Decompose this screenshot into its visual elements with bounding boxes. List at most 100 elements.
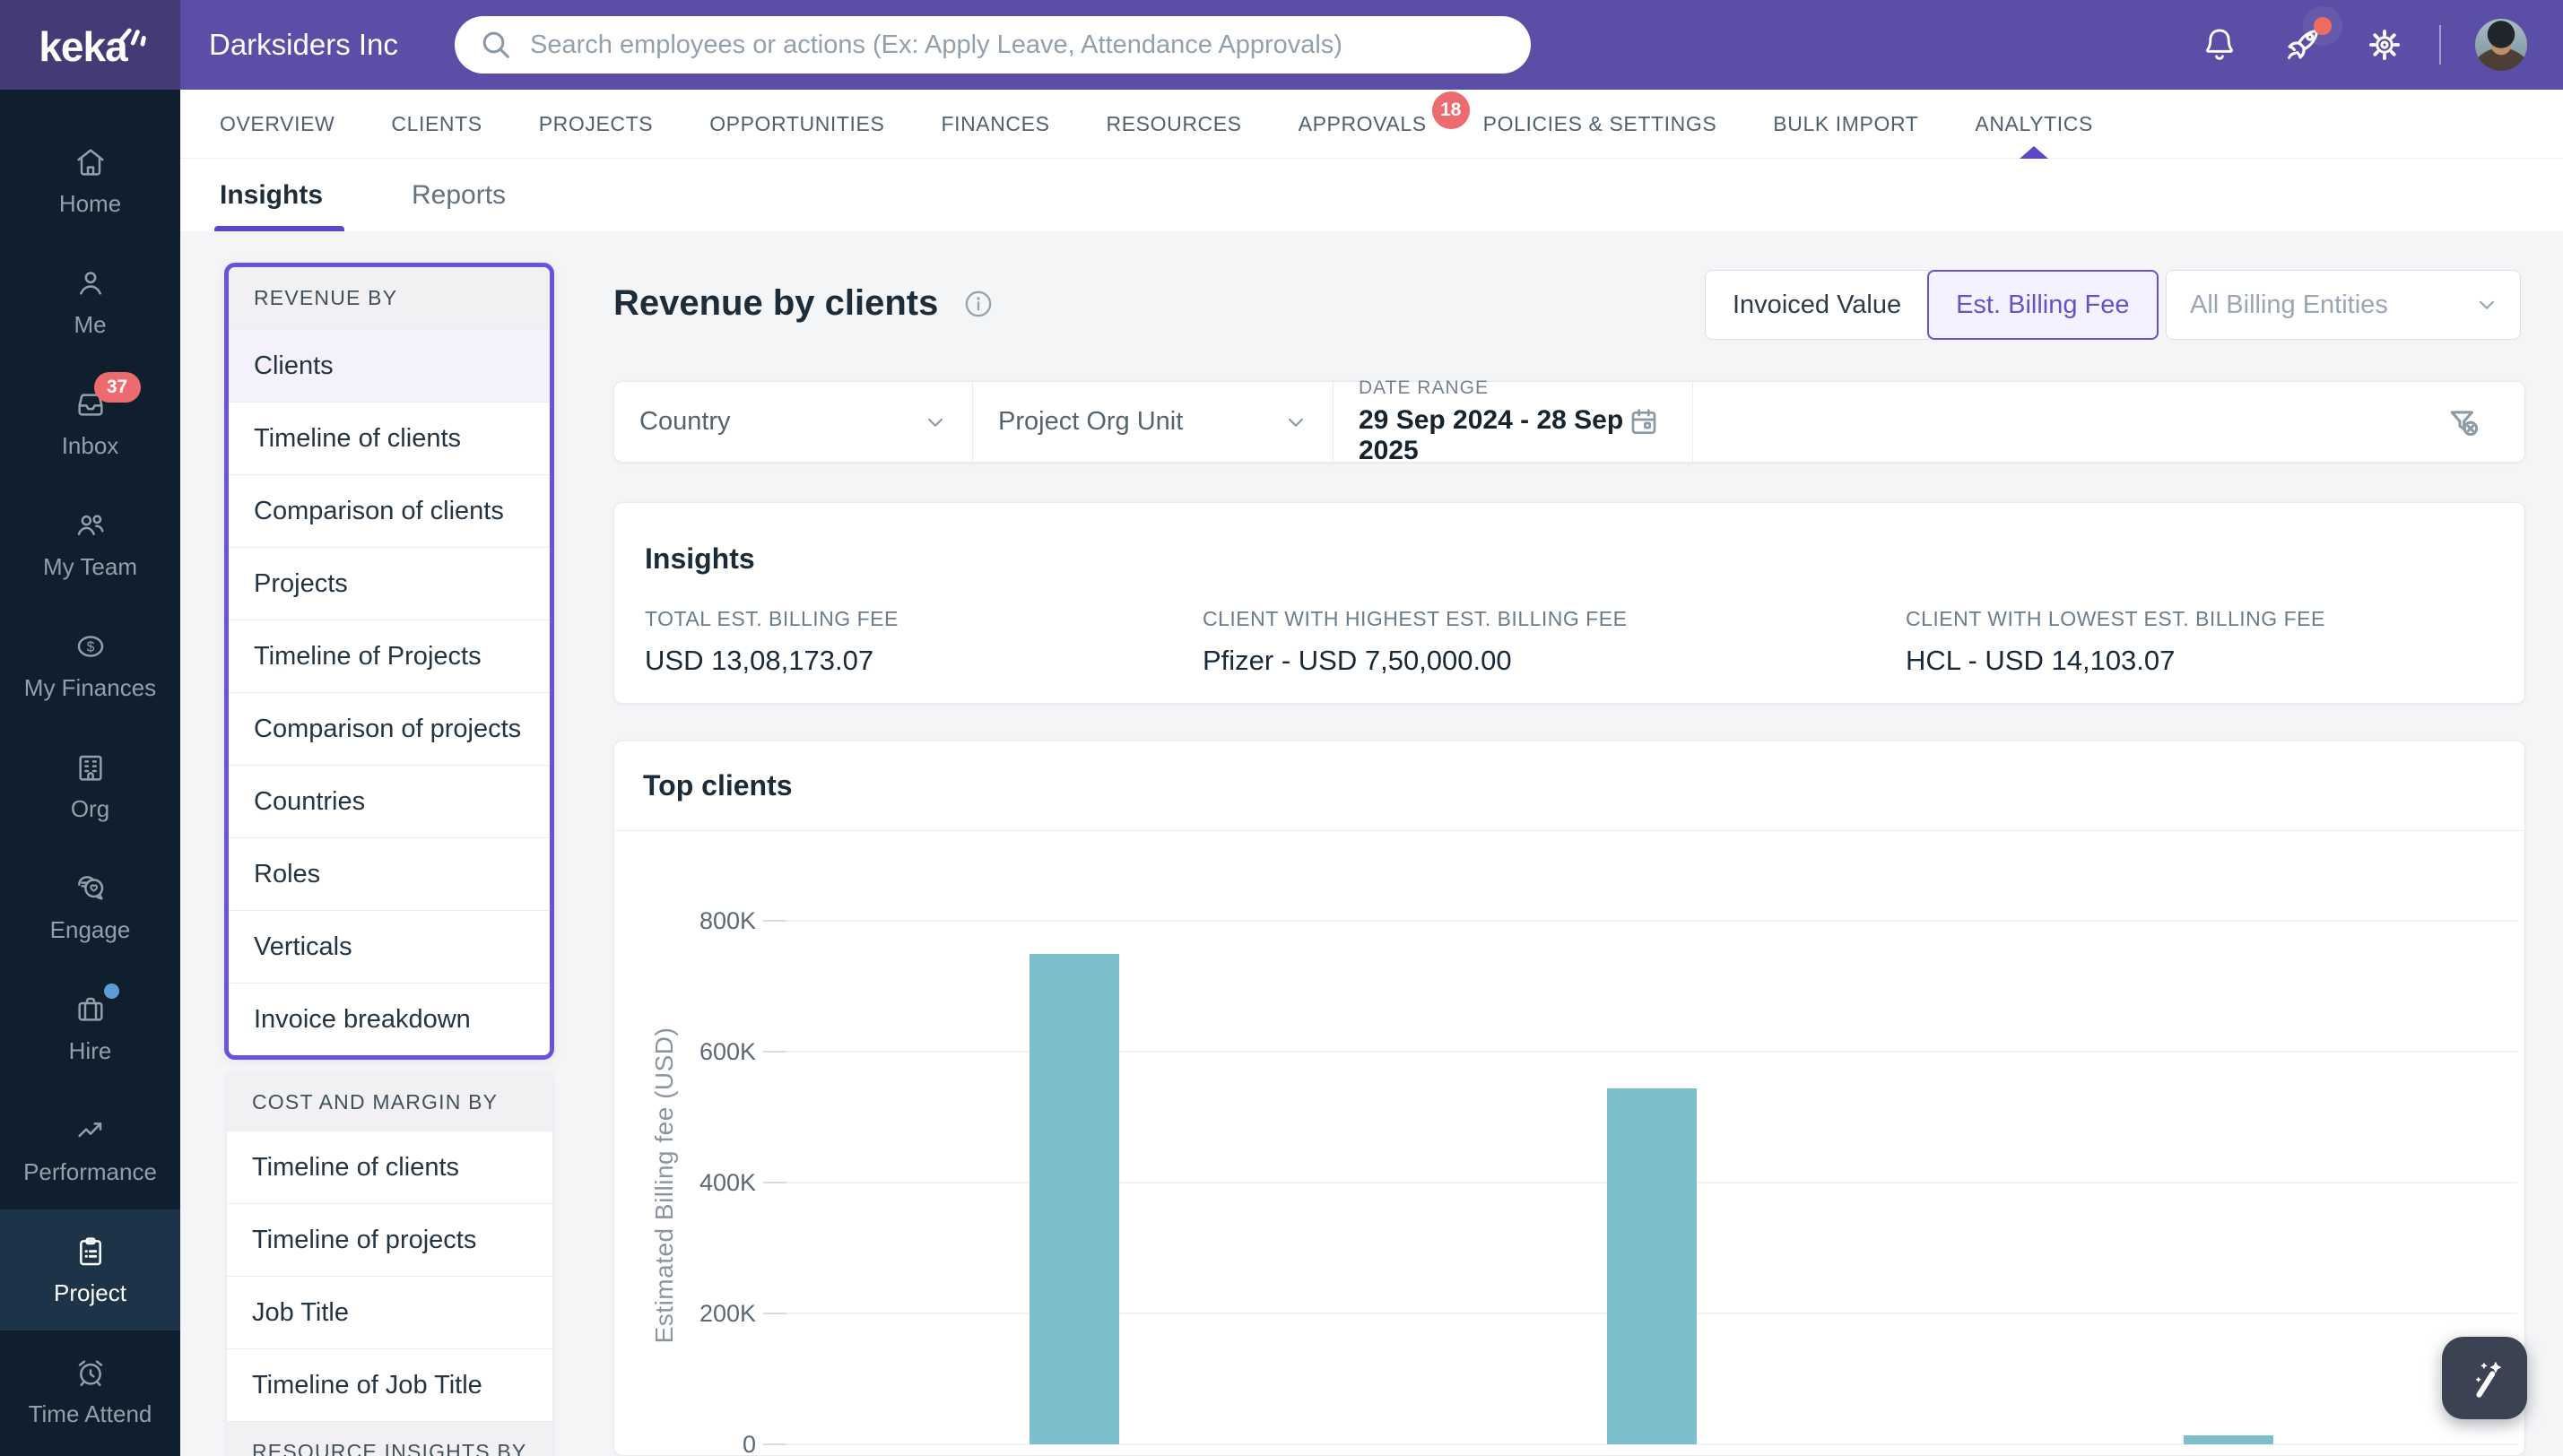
tab-analytics[interactable]: ANALYTICS: [1975, 90, 2093, 158]
panel-item-invoice-breakdown[interactable]: Invoice breakdown: [229, 983, 550, 1055]
clear-filters-icon[interactable]: [2444, 402, 2485, 443]
chevron-down-icon: [922, 409, 949, 436]
tab-projects[interactable]: PROJECTS: [539, 90, 653, 158]
billing-entities-select[interactable]: All Billing Entities: [2166, 270, 2521, 340]
rail-item-label: Project: [54, 1279, 126, 1307]
inbox-badge: 37: [94, 372, 141, 403]
tab-label: RESOURCES: [1107, 112, 1242, 136]
revenue-by-header: REVENUE BY: [229, 267, 550, 329]
cost-margin-section: COST AND MARGIN BY Timeline of clients T…: [227, 1072, 552, 1456]
page-header: Revenue by clients: [613, 283, 995, 324]
panel-item-countries[interactable]: Countries: [229, 765, 550, 837]
panel-item-timeline-of-projects[interactable]: Timeline of Projects: [229, 620, 550, 692]
rail-item-time-attend[interactable]: Time Attend: [0, 1330, 180, 1452]
rail-item-org[interactable]: Org: [0, 725, 180, 846]
global-search[interactable]: [455, 16, 1531, 74]
country-filter[interactable]: Country: [614, 382, 973, 462]
stat-value: Pfizer - USD 7,50,000.00: [1203, 645, 1627, 677]
tab-opportunities[interactable]: OPPORTUNITIES: [709, 90, 884, 158]
cost-item-timeline-of-job-title[interactable]: Timeline of Job Title: [227, 1349, 552, 1422]
tab-bulk-import[interactable]: BULK IMPORT: [1773, 90, 1918, 158]
chart-bar[interactable]: [1030, 954, 1119, 1445]
filter-bar-actions: [1693, 382, 2524, 462]
panel-item-comparison-of-clients[interactable]: Comparison of clients: [229, 474, 550, 547]
cost-margin-header: COST AND MARGIN BY: [227, 1072, 552, 1131]
active-tab-indicator: [2020, 146, 2048, 159]
org-unit-filter[interactable]: Project Org Unit: [973, 382, 1334, 462]
date-range-filter[interactable]: DATE RANGE 29 Sep 2024 - 28 Sep 2025: [1334, 382, 1693, 462]
settings-gear-icon[interactable]: [2364, 24, 2405, 65]
tab-overview[interactable]: OVERVIEW: [220, 90, 334, 158]
topbar: keka Darksiders Inc: [0, 0, 2563, 90]
trend-up-icon: [73, 1113, 109, 1148]
tab-label: OPPORTUNITIES: [709, 112, 884, 136]
search-input[interactable]: [530, 30, 1516, 60]
dollar-icon: $: [73, 628, 109, 664]
rail-item-label: Org: [71, 795, 109, 823]
subtab-insights[interactable]: Insights: [220, 159, 323, 231]
tab-resources[interactable]: RESOURCES: [1107, 90, 1242, 158]
chart-bar[interactable]: [2184, 1435, 2273, 1444]
panel-item-verticals[interactable]: Verticals: [229, 910, 550, 983]
rail-item-engage[interactable]: Engage: [0, 846, 180, 967]
ai-assistant-button[interactable]: [2442, 1337, 2527, 1419]
rail-item-me[interactable]: Me: [0, 241, 180, 362]
info-icon[interactable]: [961, 287, 995, 321]
axis-tick: [763, 1051, 786, 1053]
cost-item-job-title[interactable]: Job Title: [227, 1277, 552, 1349]
panel-item-clients[interactable]: Clients: [229, 329, 550, 402]
tab-label: ANALYTICS: [1975, 112, 2093, 136]
tab-approvals[interactable]: APPROVALS 18: [1299, 90, 1427, 158]
rail-item-my-team[interactable]: My Team: [0, 483, 180, 604]
clipboard-icon: [73, 1234, 109, 1270]
panel-item-projects[interactable]: Projects: [229, 547, 550, 620]
whats-new-rocket-icon[interactable]: [2280, 22, 2324, 67]
keka-logo-text: keka: [39, 22, 126, 71]
tab-label: APPROVALS: [1299, 112, 1427, 136]
rail-item-label: Hire: [69, 1037, 112, 1065]
chevron-down-icon: [2473, 291, 2500, 318]
cost-item-timeline-of-clients[interactable]: Timeline of clients: [227, 1131, 552, 1204]
resource-insights-header: RESOURCE INSIGHTS BY: [227, 1422, 552, 1456]
y-tick-label: 600K: [639, 1036, 756, 1067]
chat-bubbles-icon: [73, 871, 109, 906]
tab-policies-settings[interactable]: POLICIES & SETTINGS: [1483, 90, 1717, 158]
panel-item-roles[interactable]: Roles: [229, 837, 550, 910]
y-tick-label: 800K: [639, 906, 756, 936]
topbar-divider: [2439, 25, 2441, 65]
rail-item-home[interactable]: Home: [0, 120, 180, 241]
rail-item-inbox[interactable]: 37 Inbox: [0, 362, 180, 483]
alarm-clock-icon: [73, 1355, 109, 1391]
panel-item-comparison-of-projects[interactable]: Comparison of projects: [229, 692, 550, 765]
user-avatar[interactable]: [2475, 19, 2527, 71]
rail-item-hire[interactable]: Hire: [0, 967, 180, 1088]
chart-bar[interactable]: [1607, 1088, 1697, 1444]
tab-label: BULK IMPORT: [1773, 112, 1918, 136]
cost-item-timeline-of-projects[interactable]: Timeline of projects: [227, 1204, 552, 1277]
keka-logo[interactable]: keka: [0, 0, 180, 90]
briefcase-icon: [73, 992, 109, 1027]
rail-item-project[interactable]: Project: [0, 1209, 180, 1330]
left-rail: Home Me 37 Inbox My Team: [0, 90, 180, 1456]
invoiced-value-button[interactable]: Invoiced Value: [1705, 270, 1929, 340]
notifications-bell-icon[interactable]: [2199, 24, 2240, 65]
stat-value: USD 13,08,173.07: [645, 645, 899, 677]
panel-item-timeline-of-clients[interactable]: Timeline of clients: [229, 402, 550, 474]
est-billing-fee-button[interactable]: Est. Billing Fee: [1927, 270, 2158, 340]
tab-label: PROJECTS: [539, 112, 653, 136]
building-icon: [73, 750, 109, 785]
rail-item-label: Time Attend: [29, 1400, 152, 1428]
rail-item-performance[interactable]: Performance: [0, 1088, 180, 1209]
tab-finances[interactable]: FINANCES: [941, 90, 1049, 158]
company-name: Darksiders Inc: [209, 0, 398, 90]
tab-clients[interactable]: CLIENTS: [391, 90, 482, 158]
top-clients-card: Top clients Estimated Billing fee (USD) …: [613, 741, 2525, 1456]
rail-item-label: Performance: [23, 1158, 157, 1186]
stat-highest-client: CLIENT WITH HIGHEST EST. BILLING FEE Pfi…: [1203, 607, 1627, 677]
hire-notification-dot: [104, 984, 119, 999]
home-icon: [73, 144, 109, 180]
subtab-reports[interactable]: Reports: [412, 159, 506, 231]
analytics-subtabs: Insights Reports: [180, 159, 2563, 231]
rail-item-my-finances[interactable]: $ My Finances: [0, 604, 180, 725]
rail-item-label: Engage: [50, 916, 131, 944]
